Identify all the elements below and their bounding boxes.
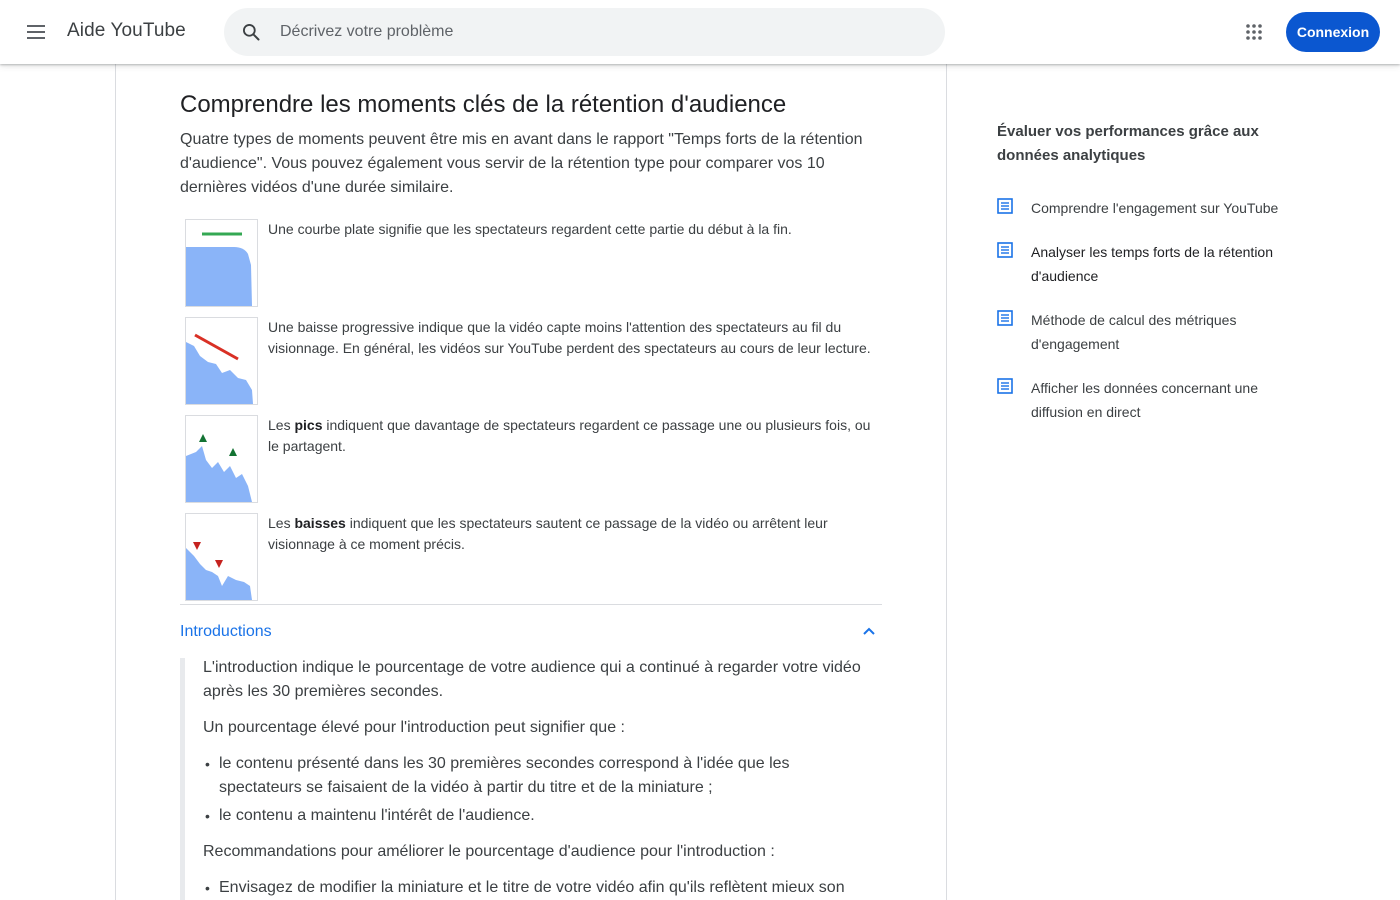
article-icon — [997, 310, 1013, 326]
decline-curve-thumbnail — [185, 317, 258, 405]
article-icon — [997, 242, 1013, 258]
list-item: Envisagez de modifier la miniature et le… — [203, 876, 863, 900]
page-title: Comprendre les moments clés de la rétent… — [180, 91, 787, 118]
main-menu-icon[interactable] — [20, 16, 52, 48]
moment-description: Les pics indiquent que davantage de spec… — [268, 417, 871, 454]
accordion-content: L'introduction indique le pourcentage de… — [180, 658, 882, 900]
sidebar-item-label[interactable]: Méthode de calcul des métriques d'engage… — [1031, 308, 1293, 356]
moment-description: Les baisses indiquent que les spectateur… — [268, 515, 828, 552]
article-icon — [997, 378, 1013, 394]
divider — [180, 604, 882, 605]
chevron-up-icon[interactable] — [862, 626, 876, 636]
intro-paragraph: L'introduction indique le pourcentage de… — [203, 659, 861, 700]
dips-curve-thumbnail — [185, 513, 258, 601]
flat-curve-thumbnail — [185, 219, 258, 307]
article-container: Comprendre les moments clés de la rétent… — [115, 64, 947, 900]
search-input[interactable] — [280, 8, 920, 56]
sidebar-item-label[interactable]: Analyser les temps forts de la rétention… — [1031, 240, 1293, 288]
moment-description: Une baisse progressive indique que la vi… — [268, 319, 871, 356]
signin-button[interactable]: Connexion — [1286, 12, 1380, 52]
related-articles-sidebar: Évaluer vos performances grâce aux donné… — [997, 120, 1297, 420]
accordion-introductions[interactable]: Introductions — [180, 620, 882, 644]
article-icon — [997, 198, 1013, 214]
moment-description: Une courbe plate signifie que les specta… — [268, 221, 792, 237]
google-apps-icon[interactable] — [1238, 16, 1270, 48]
search-icon[interactable] — [241, 22, 261, 42]
accordion-title[interactable]: Introductions — [180, 620, 882, 644]
sidebar-item-label[interactable]: Afficher les données concernant une diff… — [1031, 376, 1293, 424]
intro-paragraph: Recommandations pour améliorer le pource… — [203, 843, 775, 860]
list-item: le contenu a maintenu l'intérêt de l'aud… — [203, 804, 863, 828]
search-bar[interactable] — [224, 8, 945, 56]
intro-paragraph: Un pourcentage élevé pour l'introduction… — [203, 719, 625, 736]
list-item: le contenu présenté dans les 30 première… — [203, 752, 863, 800]
sidebar-title: Évaluer vos performances grâce aux donné… — [997, 123, 1259, 164]
article-intro: Quatre types de moments peuvent être mis… — [180, 131, 863, 196]
spikes-curve-thumbnail — [185, 415, 258, 503]
app-title[interactable]: Aide YouTube — [67, 20, 186, 42]
top-app-bar: Aide YouTube Connexion — [0, 0, 1400, 64]
sidebar-item-label[interactable]: Comprendre l'engagement sur YouTube — [1031, 196, 1293, 220]
